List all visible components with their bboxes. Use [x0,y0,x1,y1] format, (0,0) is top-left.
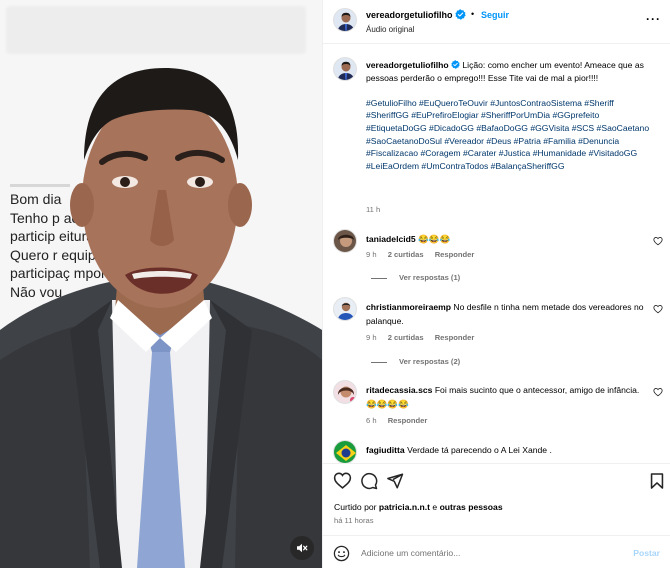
original-audio-link[interactable]: Áudio original [366,25,414,34]
view-replies-label: Ver respostas (1) [399,273,461,282]
comment-text: 😂😂😂 [418,234,451,244]
more-options-icon[interactable]: ··· [646,12,661,26]
comment-username[interactable]: taniadelcid5 [366,234,416,244]
comment-meta: 6 h Responder [366,416,436,425]
video-player[interactable]: Bom dia Tenho p ao tem particip eitura. … [0,0,322,568]
commenter-avatar[interactable] [333,229,357,253]
comment-bubble-icon[interactable] [360,472,378,490]
comment-body: taniadelcid5 😂😂😂 [366,232,651,246]
commenter-avatar[interactable] [333,380,357,404]
view-replies-label: Ver respostas (2) [399,357,461,366]
comment-likes-count[interactable]: 2 curtidas [388,333,424,342]
caption-username[interactable]: vereadorgetuliofilho [366,60,449,70]
add-comment-bar: Postar [323,535,670,568]
post-age: há 11 horas [334,516,374,525]
comment-username[interactable]: fagiuditta [366,445,405,455]
comments-scroll-area[interactable]: vereadorgetuliofilho Lição: como encher … [323,45,670,463]
comment-meta: 9 h 2 curtidas Responder [366,333,483,342]
view-replies-button[interactable]: Ver respostas (2) [371,357,460,366]
share-send-icon[interactable] [386,472,404,490]
separator-dot: • [471,9,475,19]
post-details-panel: vereadorgetuliofilho • Seguir Áudio orig… [322,0,670,568]
post-actions: Curtido por patricia.n.n.t e outras pess… [323,463,670,568]
caption-hashtags[interactable]: #GetulioFilho #EuQueroTeOuvir #JuntosCon… [366,98,649,171]
comment-time: 6 h [366,416,377,425]
profile-photo-icon [334,9,356,31]
mute-button[interactable] [290,536,314,560]
liked-by-user[interactable]: patricia.n.n.t [379,502,430,512]
verified-badge-icon [455,9,466,20]
speaker-muted-icon [297,543,308,553]
verified-badge-icon [451,60,460,69]
speaker-figure [0,68,322,568]
commenter-avatar[interactable] [333,440,357,463]
caption-body: vereadorgetuliofilho Lição: como encher … [366,59,656,172]
liked-by-prefix: Curtido por [334,502,377,512]
profile-photo-icon [334,230,356,252]
caption-author-avatar[interactable] [333,57,357,81]
replies-divider [371,277,387,279]
caption-time: 11 h [366,205,381,214]
liked-by-others[interactable]: outras pessoas [440,502,503,512]
comment-meta: 9 h 2 curtidas Responder [366,250,483,259]
comment-likes-count[interactable]: 2 curtidas [388,250,424,259]
heart-icon[interactable] [653,387,663,397]
brazil-flag-icon [334,441,356,463]
commenter-avatar[interactable] [333,297,357,321]
view-replies-button[interactable]: Ver respostas (1) [371,273,460,282]
liked-by-text: Curtido por patricia.n.n.t e outras pess… [334,502,503,512]
follow-button[interactable]: Seguir [481,10,509,20]
reply-button[interactable]: Responder [435,333,475,342]
comment-time: 9 h [366,333,377,342]
post-comment-button[interactable]: Postar [633,548,660,558]
liked-by-mid: e [432,502,438,512]
reply-button[interactable]: Responder [388,416,428,425]
comment-username[interactable]: christianmoreiraemp [366,302,451,312]
heart-icon[interactable] [653,236,663,246]
heart-icon[interactable] [653,304,663,314]
comment-body: fagiuditta Verdade tá parecendo o A Lei … [366,443,651,457]
like-heart-icon[interactable] [333,472,352,489]
author-username[interactable]: vereadorgetuliofilho [366,10,453,20]
comment-body: ritadecassia.scs Foi mais sucinto que o … [366,383,651,411]
comment-input[interactable] [361,545,611,561]
comment-text: Verdade tá parecendo o A Lei Xande . [407,445,552,455]
profile-photo-icon [334,381,356,403]
comment-body: christianmoreiraemp No desfile n tinha n… [366,300,651,328]
author-avatar[interactable] [333,8,357,32]
save-bookmark-icon[interactable] [650,472,664,490]
post-header: vereadorgetuliofilho • Seguir Áudio orig… [323,0,670,44]
profile-photo-icon [334,58,356,80]
replies-divider [371,361,387,363]
emoji-icon[interactable] [333,545,350,562]
comment-username[interactable]: ritadecassia.scs [366,385,432,395]
reply-button[interactable]: Responder [435,250,475,259]
profile-photo-icon [334,298,356,320]
comment-time: 9 h [366,250,377,259]
